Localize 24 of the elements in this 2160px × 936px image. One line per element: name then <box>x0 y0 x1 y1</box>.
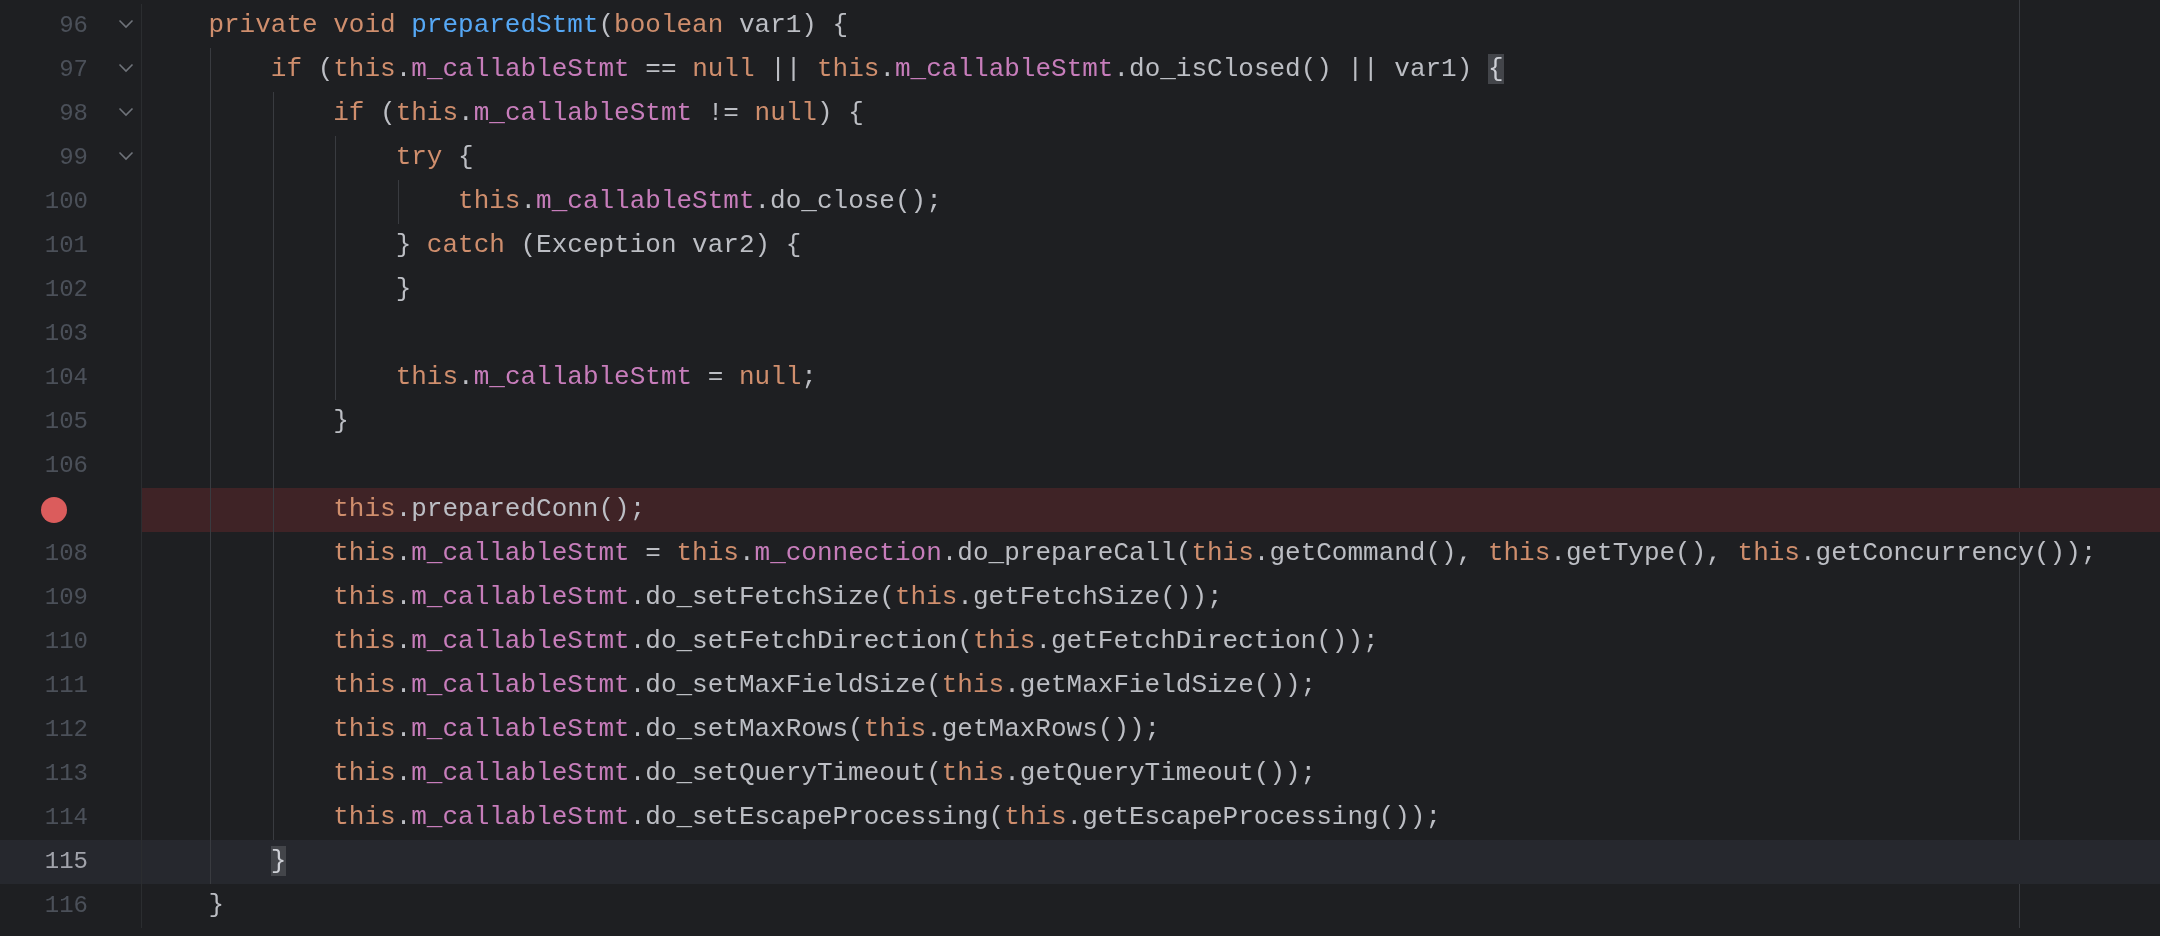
code-line: } <box>394 274 412 306</box>
code-line: try { <box>394 142 474 174</box>
code-line: } <box>332 406 349 438</box>
code-line: this.m_callableStmt.do_setMaxRows(this.getMaxRows()); <box>332 714 1161 746</box>
code-line: this.m_callableStmt.do_setQueryTimeout(this.getQueryTimeout()); <box>332 758 1317 790</box>
chevron-down-icon[interactable] <box>118 151 134 161</box>
code-line: } <box>207 890 224 922</box>
code-line: this.m_callableStmt.do_setFetchDirection(this.getFetchDirection()); <box>332 626 1379 658</box>
code-line: this.m_callableStmt.do_setEscapeProcessing(this.getEscapeProcessing()); <box>332 802 1442 834</box>
code-line: this.m_callableStmt.do_close(); <box>457 186 942 218</box>
code-line: this.m_callableStmt = this.m_connection.do_prepareCall(this.getCommand(), this.getType(), this.getConcurrency()); <box>332 538 2097 570</box>
code-line: } catch (Exception var2) { <box>394 230 802 262</box>
chevron-down-icon[interactable] <box>118 107 134 117</box>
code-line: this.m_callableStmt.do_setMaxFieldSize(this.getMaxFieldSize()); <box>332 670 1317 702</box>
code-line: private void preparedStmt(boolean var1) { <box>207 10 849 42</box>
code-line: if (this.m_callableStmt != null) { <box>332 98 864 130</box>
breakpoint-icon[interactable] <box>41 497 67 523</box>
chevron-down-icon[interactable] <box>118 63 134 73</box>
code-line: this.m_callableStmt = null; <box>394 362 817 394</box>
code-line: if (this.m_callableStmt == null || this.m_callableStmt.do_isClosed() || var1) { <box>269 54 1504 86</box>
code-line: this.preparedConn(); <box>332 494 646 526</box>
chevron-down-icon[interactable] <box>118 19 134 29</box>
line-number: 115 <box>43 850 88 874</box>
code-line: this.m_callableStmt.do_setFetchSize(this.getFetchSize()); <box>332 582 1223 614</box>
